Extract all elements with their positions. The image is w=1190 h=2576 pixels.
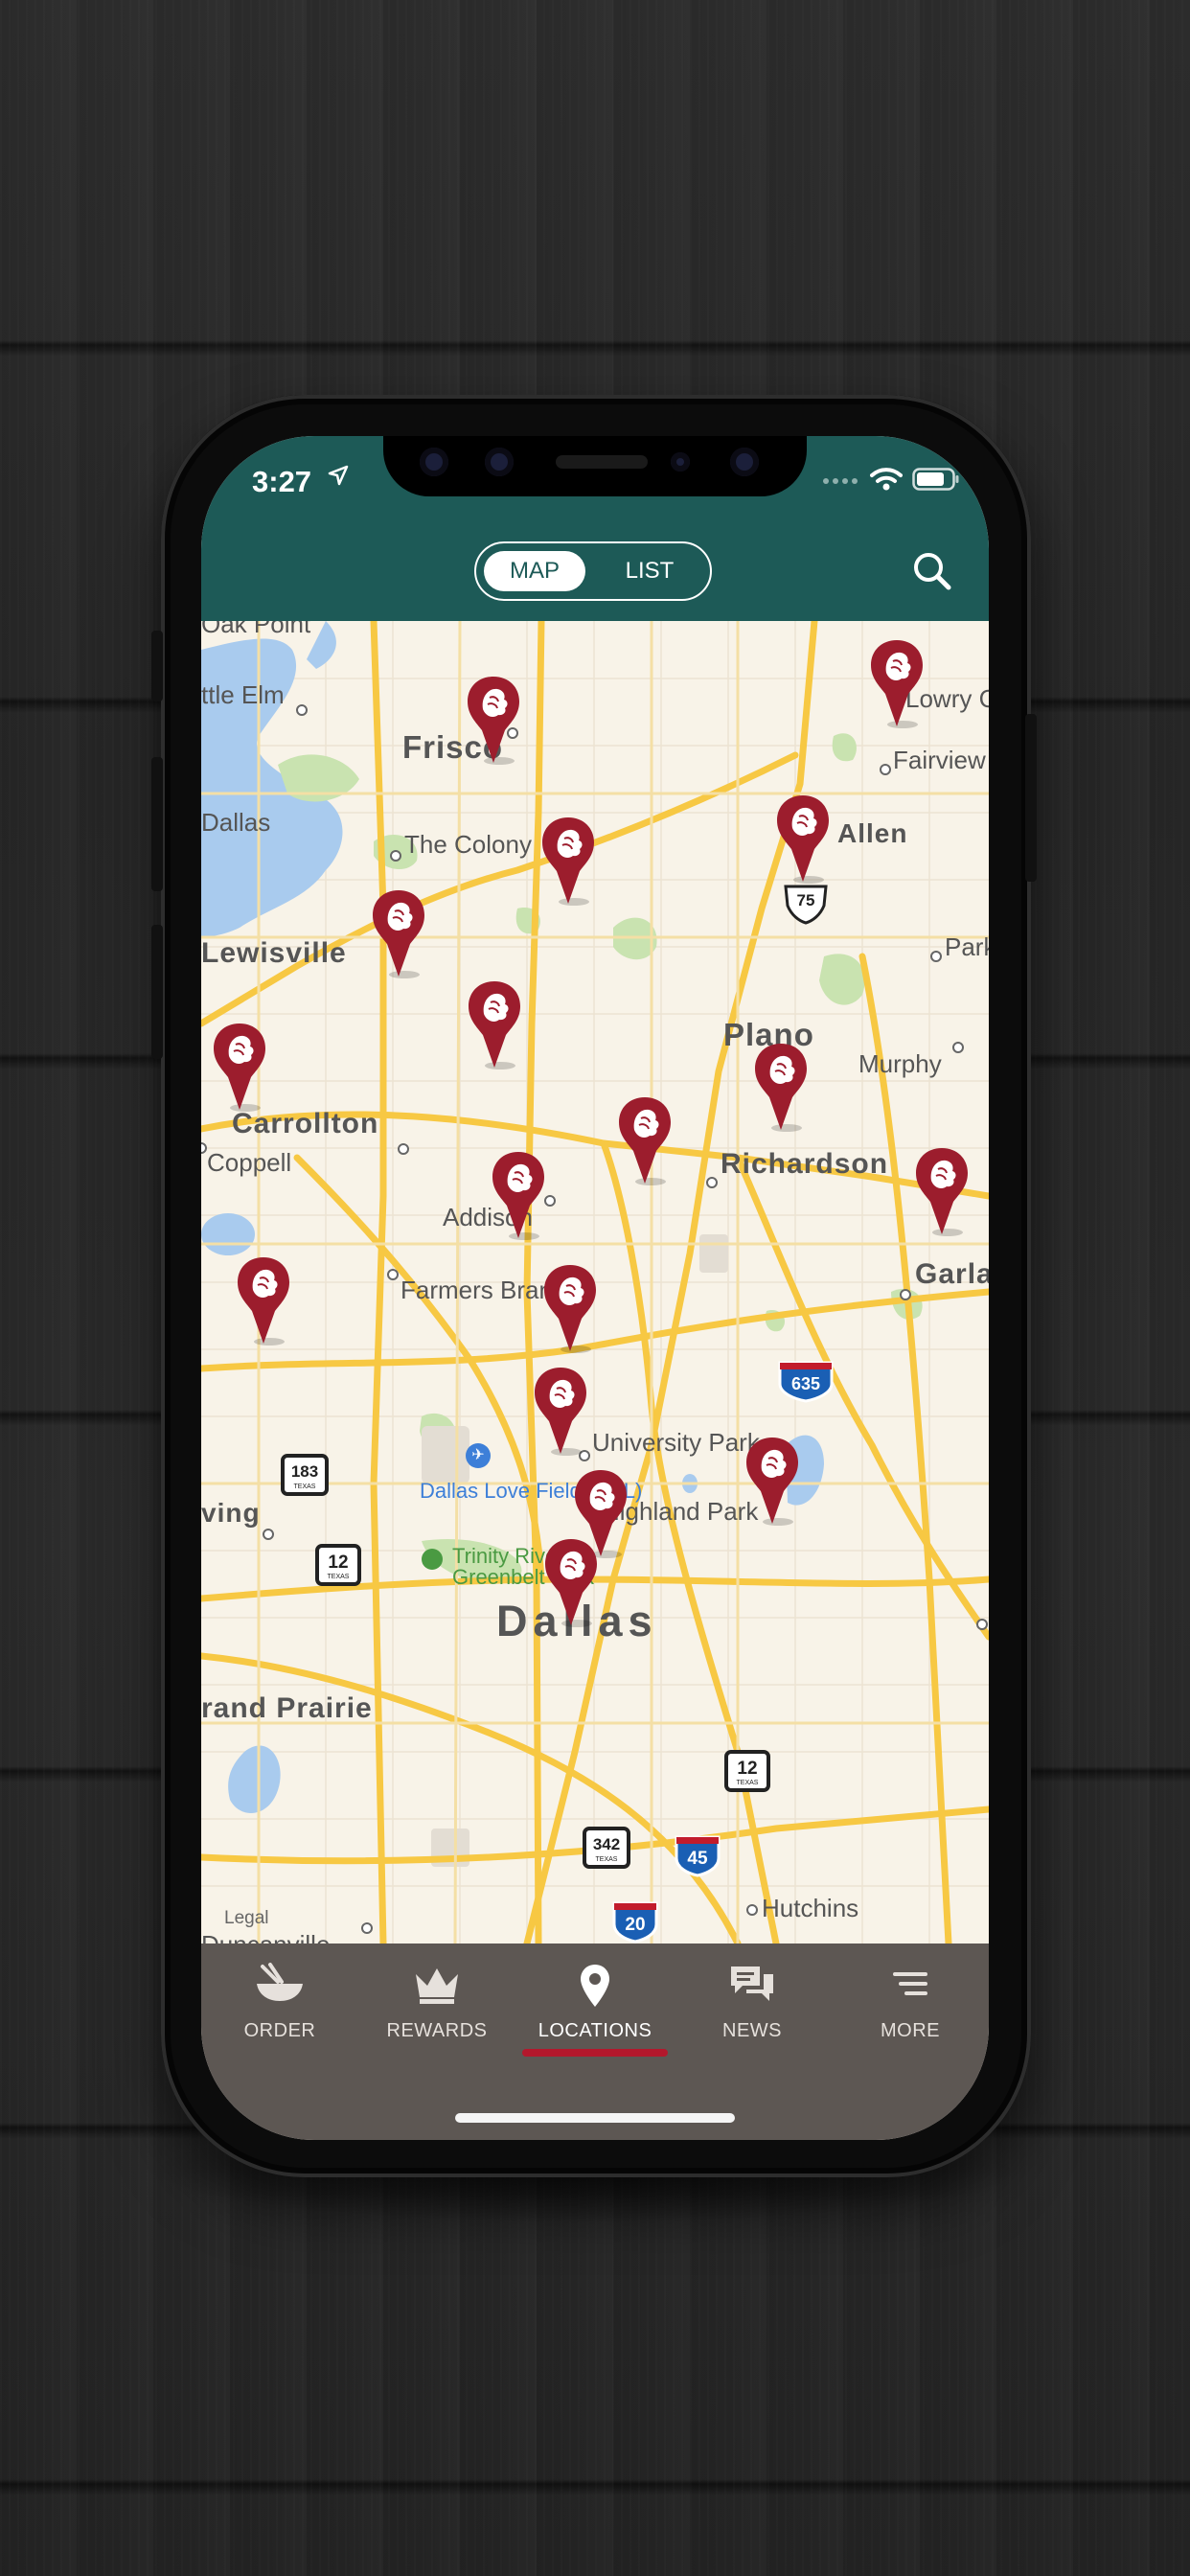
device-notch (383, 436, 807, 496)
restaurant-location-pin-icon[interactable] (532, 1366, 589, 1458)
place-label: ving (201, 1498, 261, 1528)
restaurant-location-pin-icon[interactable] (466, 979, 523, 1071)
restaurant-location-pin-icon[interactable] (465, 675, 522, 767)
tab-order[interactable]: ORDER (201, 1944, 358, 2078)
tab-label: MORE (881, 2020, 940, 2041)
status-time: 3:27 (252, 465, 312, 498)
place-label: Park (945, 932, 989, 961)
svg-text:TEXAS: TEXAS (328, 1574, 350, 1580)
restaurant-location-pin-icon[interactable] (370, 888, 427, 980)
place-label: The Colony (404, 830, 532, 859)
restaurant-location-pin-icon[interactable] (752, 1042, 810, 1134)
place-label: Dallas (201, 808, 271, 837)
restaurant-location-pin-icon[interactable] (541, 1263, 599, 1355)
power-button (1025, 714, 1037, 882)
locations-map[interactable]: Oak Point ttle Elm Lowry C Frisco Fairvi… (201, 621, 989, 1944)
shield-label: 20 (625, 1915, 645, 1935)
front-camera (730, 448, 759, 476)
shield-label: 45 (687, 1849, 708, 1869)
restaurant-location-pin-icon[interactable] (211, 1022, 268, 1114)
restaurant-location-pin-icon[interactable] (744, 1436, 801, 1528)
shield-label: 342 (593, 1835, 620, 1853)
place-label: Richardson (721, 1148, 889, 1180)
wifi-icon (870, 467, 903, 496)
tab-label: NEWS (722, 2020, 782, 2041)
location-arrow-icon (328, 465, 349, 493)
home-indicator (455, 2113, 735, 2123)
list-view-tab[interactable]: LIST (599, 551, 700, 591)
svg-text:TEXAS: TEXAS (596, 1856, 618, 1863)
place-label: Coppell (207, 1148, 292, 1177)
park-icon (422, 1549, 443, 1570)
place-label: rand Prairie (201, 1692, 373, 1724)
app-header: 3:27 MAP LIST (201, 436, 989, 621)
restaurant-location-pin-icon[interactable] (542, 1537, 600, 1629)
shield-label: 12 (737, 1759, 757, 1779)
svg-text:TEXAS: TEXAS (294, 1484, 316, 1490)
tab-more[interactable]: MORE (832, 1944, 989, 2078)
tab-news[interactable]: NEWS (674, 1944, 831, 2078)
place-label: University Park (592, 1428, 760, 1457)
active-tab-indicator (522, 2049, 668, 2057)
tab-label: ORDER (243, 2020, 316, 2041)
map-view-tab[interactable]: MAP (484, 551, 585, 591)
crown-rewards-icon (412, 1963, 462, 2010)
shield-label: 635 (791, 1374, 820, 1393)
place-label: Hutchins (762, 1894, 859, 1922)
restaurant-location-pin-icon[interactable] (235, 1255, 292, 1347)
front-sensor (485, 448, 514, 476)
restaurant-location-pin-icon[interactable] (774, 794, 832, 886)
shield-label: 12 (328, 1552, 348, 1573)
place-label: Dallas Love Field (DAL) (420, 1479, 643, 1503)
front-sensor (420, 448, 448, 476)
tab-label: LOCATIONS (538, 2020, 652, 2041)
svg-text:TEXAS: TEXAS (737, 1780, 759, 1786)
tab-rewards[interactable]: REWARDS (358, 1944, 515, 2078)
airport-icon: ✈ (466, 1443, 491, 1468)
place-label: Garla (915, 1258, 989, 1290)
place-label: Lewisville (201, 937, 347, 969)
restaurant-location-pin-icon[interactable] (539, 816, 597, 908)
mute-switch (151, 631, 163, 702)
shield-label: 75 (797, 891, 815, 909)
proximity-sensor (671, 452, 690, 472)
app-screen: 3:27 MAP LIST Oak Point ttle Elm Lowry C… (201, 436, 989, 2140)
place-label: Duncanville (201, 1930, 330, 1944)
chat-bubbles-news-icon (727, 1963, 777, 2010)
restaurant-location-pin-icon[interactable] (913, 1146, 971, 1238)
bottom-tab-bar: ORDER REWARDS LOCATIONS NEWS MORE (201, 1944, 989, 2140)
place-label: ttle Elm (201, 680, 285, 709)
cellular-signal-icon (822, 472, 860, 490)
shield-label: 183 (291, 1462, 318, 1481)
place-label: Oak Point (201, 621, 311, 638)
map-list-toggle: MAP LIST (474, 541, 712, 601)
restaurant-location-pin-icon[interactable] (868, 638, 926, 730)
place-label: Murphy (858, 1049, 942, 1078)
bowl-order-icon (253, 1963, 307, 2010)
place-label: Allen (837, 818, 908, 848)
tab-label: REWARDS (386, 2020, 488, 2041)
search-icon[interactable] (910, 549, 954, 593)
volume-down-button (151, 925, 163, 1059)
menu-lines-more-icon (889, 1963, 931, 2010)
battery-icon (912, 467, 960, 496)
map-legal-link[interactable]: Legal (224, 1908, 269, 1929)
location-pin-icon (578, 1963, 612, 2013)
status-icons (822, 467, 960, 495)
place-label: Fairview (893, 746, 986, 774)
volume-up-button (151, 757, 163, 891)
restaurant-location-pin-icon[interactable] (616, 1095, 674, 1187)
tab-locations[interactable]: LOCATIONS (516, 1944, 674, 2078)
restaurant-location-pin-icon[interactable] (490, 1150, 547, 1242)
earpiece-speaker (556, 455, 648, 469)
